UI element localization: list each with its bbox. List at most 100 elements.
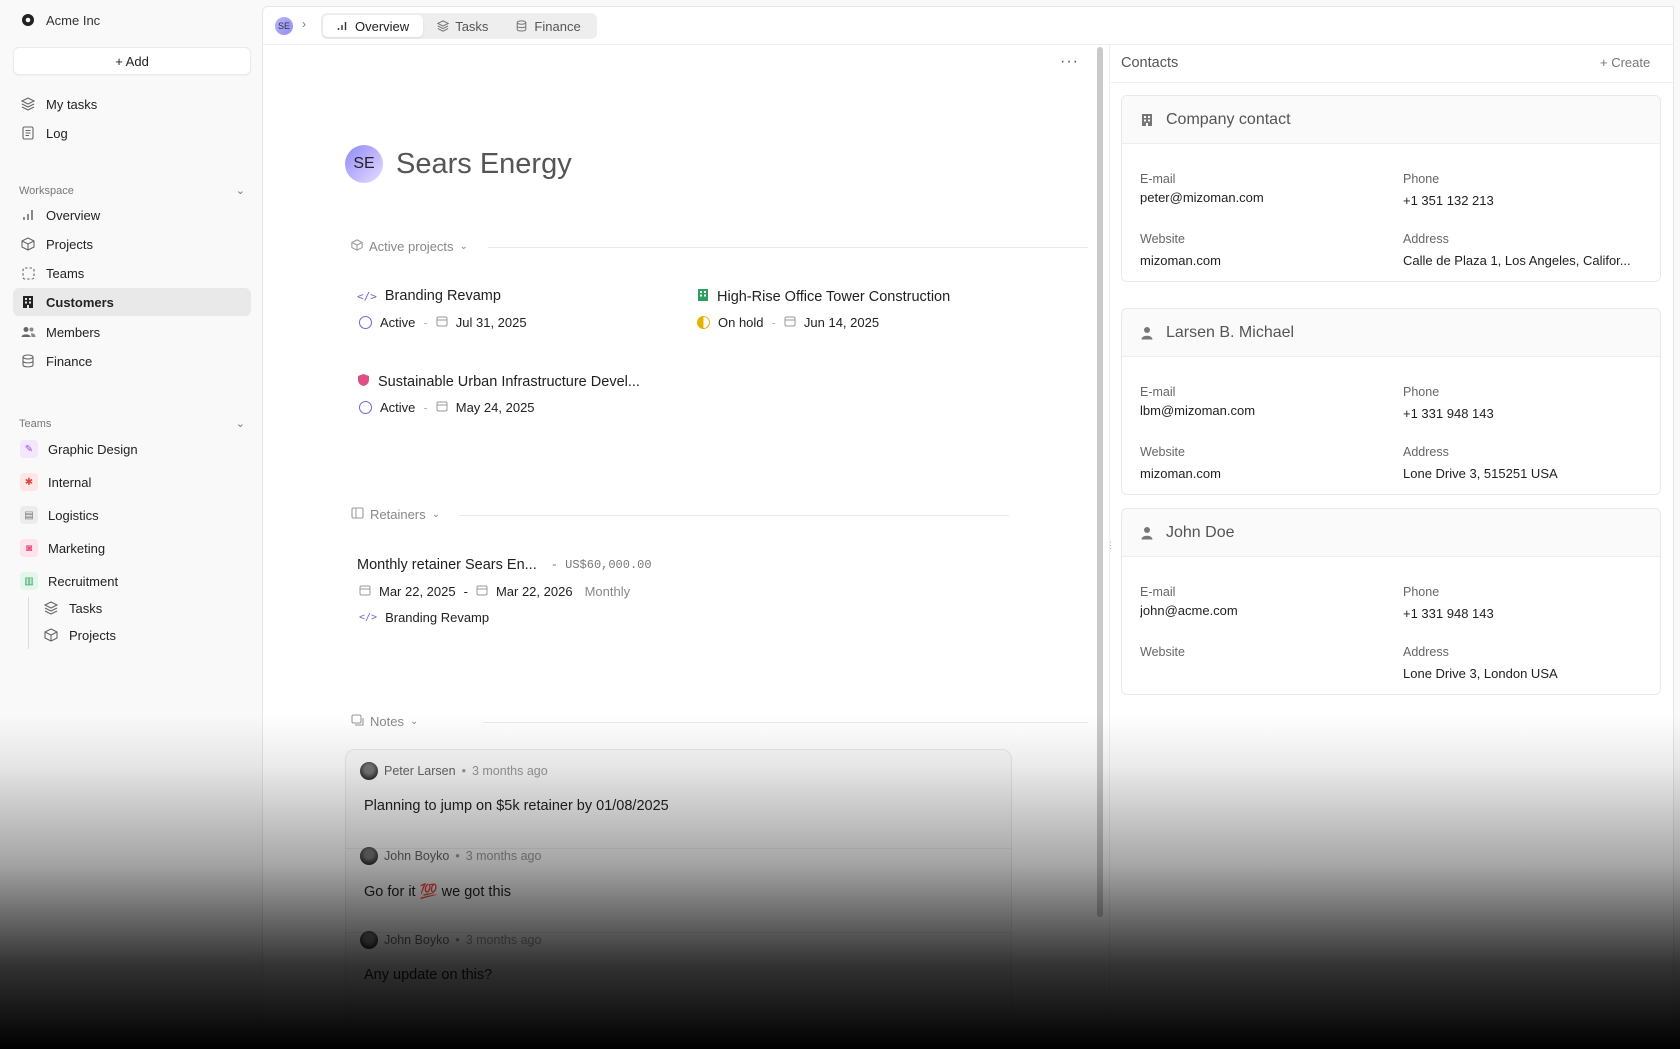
retainers-header[interactable]: Retainers ⌄ [351, 507, 440, 522]
contact-card: John Doe E-mail john@acme.com Phone +1 3… [1121, 508, 1661, 695]
sidebar-subitem-projects[interactable]: Projects [36, 621, 251, 649]
topbar: SE › Overview Tasks Finance [263, 7, 1673, 45]
add-button[interactable]: + Add [13, 47, 251, 75]
contact-card-header[interactable]: Company contact [1122, 96, 1660, 144]
workspace-section-header[interactable]: Workspace ⌄ [19, 184, 245, 198]
bar-chart-icon [337, 20, 349, 32]
retainer-project[interactable]: </> Branding Revamp [359, 610, 489, 625]
sidebar-item-label: Customers [46, 294, 114, 310]
retainer-name: Monthly retainer Sears En... [357, 557, 537, 573]
dot-separator: • [455, 933, 460, 947]
project-title: Branding Revamp [384, 288, 501, 304]
email-value[interactable]: peter@mizoman.com [1140, 190, 1264, 205]
status-text: On hold [718, 315, 764, 330]
sidebar-team-recruitment[interactable]: ▥ Recruitment [13, 567, 251, 595]
breadcrumb-avatar[interactable]: SE [275, 17, 293, 35]
sidebar-item-overview[interactable]: Overview [13, 201, 251, 229]
note-header-1: Peter Larsen • 3 months ago [360, 762, 548, 780]
note-author: John Boyko [384, 933, 450, 947]
email-value[interactable]: lbm@mizoman.com [1140, 403, 1255, 418]
sidebar-item-projects[interactable]: Projects [13, 230, 251, 258]
section-label: Notes [370, 714, 404, 729]
sidebar-item-customers[interactable]: Customers [13, 288, 251, 316]
sidebar-item-label: Finance [46, 353, 93, 369]
teams-section-header[interactable]: Teams ⌄ [19, 417, 245, 431]
contact-card-header[interactable]: Larsen B. Michael [1122, 309, 1660, 357]
contact-card-header[interactable]: John Doe [1122, 509, 1660, 557]
project-title: High-Rise Office Tower Construction [717, 289, 951, 305]
retainer-row[interactable]: Monthly retainer Sears En... - US$60,000… [357, 557, 652, 573]
building-icon [697, 288, 709, 306]
users-icon [20, 324, 36, 340]
retainer-dates: Mar 22, 2025 - Mar 22, 2026 Monthly [359, 584, 630, 599]
tab-tasks[interactable]: Tasks [423, 15, 502, 37]
avatar [360, 931, 378, 949]
main-panel: SE › Overview Tasks Finance ··· SE Sears… [262, 6, 1674, 1049]
more-options-icon[interactable]: ··· [1060, 53, 1079, 71]
tab-label: Overview [355, 18, 410, 34]
tab-label: Finance [534, 18, 581, 34]
sidebar-item-finance[interactable]: Finance [13, 347, 251, 375]
scrollbar[interactable] [1097, 47, 1103, 917]
tree-line [28, 597, 29, 649]
sidebar-item-members[interactable]: Members [13, 318, 251, 346]
sidebar: Acme Inc + Add My tasks Log Workspace ⌄ … [0, 0, 262, 1049]
sidebar-item-label: My tasks [46, 96, 98, 112]
dot-separator: • [461, 764, 466, 778]
phone-label: Phone [1403, 172, 1440, 186]
team-label: Internal [48, 474, 92, 490]
website-value[interactable]: mizoman.com [1140, 253, 1221, 268]
website-label: Website [1140, 645, 1185, 659]
sidebar-subitem-tasks[interactable]: Tasks [36, 594, 251, 622]
log-icon [20, 125, 36, 141]
box-icon [43, 627, 59, 643]
website-label: Website [1140, 445, 1185, 459]
box-icon [20, 236, 36, 252]
tab-finance[interactable]: Finance [502, 15, 594, 37]
website-value[interactable]: mizoman.com [1140, 466, 1221, 481]
active-projects-header[interactable]: Active projects ⌄ [351, 239, 468, 254]
contact-name: John Doe [1166, 523, 1235, 541]
retainer-start: Mar 22, 2025 [379, 584, 456, 599]
sidebar-team-graphic-design[interactable]: ✎ Graphic Design [13, 435, 251, 463]
retainer-project-name: Branding Revamp [385, 610, 490, 625]
project-name-3[interactable]: Sustainable Urban Infrastructure Devel..… [357, 373, 640, 391]
note-time: 3 months ago [465, 933, 542, 947]
calendar-icon [784, 315, 796, 330]
contact-card: Larsen B. Michael E-mail lbm@mizoman.com… [1121, 308, 1661, 495]
phone-value[interactable]: +1 351 132 213 [1403, 193, 1494, 208]
phone-value[interactable]: +1 331 948 143 [1403, 606, 1494, 621]
resize-handle-icon[interactable]: ⋮ [1106, 540, 1115, 551]
org-name: Acme Inc [46, 12, 101, 28]
project-meta-1: Active - Jul 31, 2025 [359, 315, 527, 330]
sidebar-item-my-tasks[interactable]: My tasks [13, 90, 251, 118]
section-label: Active projects [369, 239, 454, 254]
separator: - [463, 584, 468, 599]
sidebar-item-label: Overview [46, 207, 101, 223]
chevron-down-icon: ⌄ [409, 716, 419, 727]
gear-icon: ✱ [20, 473, 38, 491]
notes-header[interactable]: Notes ⌄ [351, 714, 418, 729]
status-text: Active [380, 400, 416, 415]
note-header-3: John Boyko • 3 months ago [360, 931, 541, 949]
project-name-2[interactable]: High-Rise Office Tower Construction [697, 288, 950, 306]
project-meta-2: On hold - Jun 14, 2025 [697, 315, 879, 330]
address-value: Calle de Plaza 1, Los Angeles, Califor..… [1403, 253, 1631, 268]
sidebar-team-marketing[interactable]: ◙ Marketing [13, 534, 251, 562]
avatar [360, 762, 378, 780]
database-icon [20, 353, 36, 369]
address-label: Address [1403, 445, 1449, 459]
sidebar-team-logistics[interactable]: ▤ Logistics [13, 501, 251, 529]
sidebar-item-label: Teams [46, 265, 85, 281]
divider [488, 247, 1088, 248]
email-value[interactable]: john@acme.com [1140, 603, 1238, 618]
project-meta-3: Active - May 24, 2025 [359, 400, 535, 415]
org-switcher[interactable]: Acme Inc [20, 10, 100, 30]
phone-value[interactable]: +1 331 948 143 [1403, 406, 1494, 421]
sidebar-team-internal[interactable]: ✱ Internal [13, 468, 251, 496]
sidebar-item-teams[interactable]: Teams [13, 259, 251, 287]
tab-overview[interactable]: Overview [323, 15, 424, 37]
sidebar-item-log[interactable]: Log [13, 119, 251, 147]
create-contact-button[interactable]: + Create [1600, 55, 1650, 70]
project-name-1[interactable]: </> Branding Revamp [357, 288, 501, 304]
